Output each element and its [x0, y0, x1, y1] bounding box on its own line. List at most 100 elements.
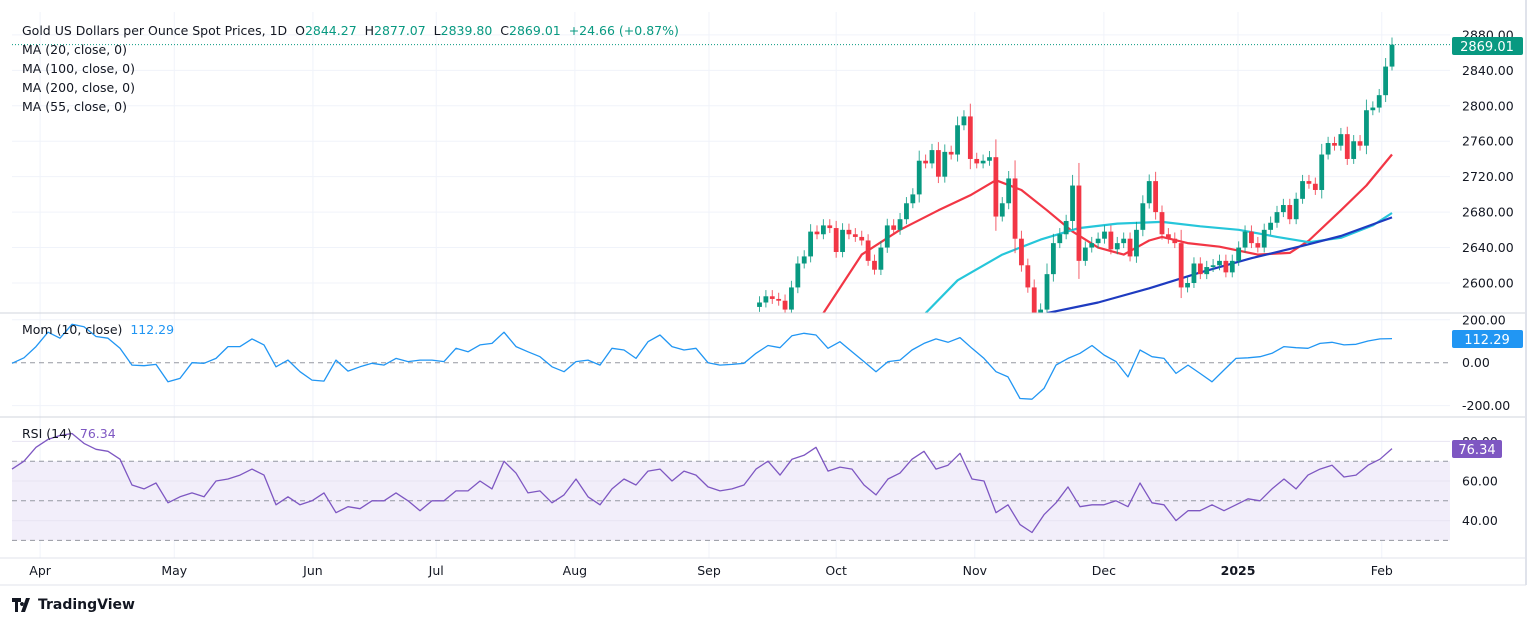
candle-body [1185, 283, 1190, 288]
candle-body [1127, 238, 1133, 257]
candle-body [942, 151, 948, 177]
tradingview-logo-icon [12, 598, 30, 612]
open-value: 2844.27 [304, 23, 357, 38]
rsi-band [12, 440, 1450, 541]
candle-body [974, 158, 980, 164]
candle [1300, 174, 1305, 204]
candle-body [1191, 263, 1197, 283]
candle [846, 223, 852, 240]
candle [1070, 174, 1075, 230]
candle-body [929, 150, 935, 164]
candle-body [1057, 234, 1063, 244]
candle-body [1325, 143, 1331, 155]
candle-body [1076, 185, 1082, 261]
symbol-legend[interactable]: Gold US Dollars per Ounce Spot Prices, 1… [22, 21, 679, 40]
candle [789, 280, 794, 313]
candle [1050, 233, 1056, 282]
candle-body [904, 203, 909, 220]
candle-body [961, 116, 967, 126]
chart-canvas[interactable]: Apr May Jun Jul Aug Sep Oct Nov Dec 2025 Feb 2600.0… [0, 0, 1536, 626]
candle-body [1338, 134, 1344, 146]
candle [1351, 135, 1357, 164]
price-axis-label: 2840.00 [1462, 63, 1514, 78]
time-axis-label: Jul [428, 563, 444, 578]
momentum-path [11, 323, 1393, 400]
candle [923, 154, 929, 169]
candle [1063, 214, 1069, 240]
candle [763, 290, 769, 308]
close-label: C [500, 23, 510, 38]
candle [1057, 228, 1063, 249]
candle-body [1357, 141, 1363, 146]
candle [916, 150, 922, 203]
candles [757, 37, 1395, 313]
candle [1255, 236, 1261, 253]
candle [1172, 232, 1178, 249]
ma-legend-55[interactable]: MA (55, close, 0) [22, 97, 127, 116]
momentum-axis-label: 200.00 [1462, 312, 1506, 327]
candle [1338, 127, 1344, 151]
candle-body [789, 287, 794, 310]
candle-body [1274, 212, 1280, 223]
time-axis-label: Dec [1092, 563, 1116, 578]
price-axis-label: 2760.00 [1462, 134, 1514, 149]
ma-legend-200[interactable]: MA (200, close, 0) [22, 78, 135, 97]
candle [904, 197, 909, 225]
candle [1089, 236, 1095, 253]
time-axis-label: 2025 [1221, 563, 1256, 578]
candle-body [1210, 265, 1216, 268]
ma-legend-100[interactable]: MA (100, close, 0) [22, 59, 135, 78]
candle [1268, 216, 1274, 235]
candle [1038, 303, 1044, 313]
candle [1261, 223, 1267, 253]
candle [967, 103, 973, 170]
candle [910, 188, 916, 209]
candle-body [872, 260, 877, 270]
candle-body [1095, 238, 1101, 244]
rsi-legend[interactable]: RSI (14) 76.34 [22, 426, 116, 441]
candle [801, 250, 807, 269]
candle-body [1044, 274, 1050, 310]
high-value: 2877.07 [374, 23, 426, 38]
momentum-axis-label: -200.00 [1462, 398, 1510, 413]
candle-body [878, 247, 884, 270]
candle-body [1031, 287, 1037, 313]
candle [757, 296, 762, 312]
candle-body [1261, 229, 1267, 248]
candle [1319, 143, 1325, 199]
mom-value-label: 112.29 [1464, 333, 1510, 348]
candle [1223, 254, 1229, 278]
price-axis-label: 2600.00 [1462, 276, 1514, 291]
candle-body [795, 263, 801, 288]
candle-body [1217, 260, 1222, 266]
candle [1127, 232, 1133, 262]
candle-body [859, 236, 865, 241]
candle [987, 150, 992, 166]
momentum-value: 112.29 [130, 322, 175, 337]
candle-body [865, 240, 871, 261]
candle [833, 220, 839, 258]
candle-body [1102, 231, 1107, 239]
time-axis-label: May [161, 563, 187, 578]
open-label: O [295, 23, 305, 38]
time-axis-label: Nov [963, 563, 988, 578]
candle [1146, 174, 1152, 209]
candle-body [1312, 183, 1318, 190]
candle-body [987, 157, 992, 161]
candle [1357, 135, 1363, 151]
candle [1344, 126, 1350, 165]
candle-body [910, 194, 916, 204]
candle-body [955, 125, 960, 155]
candle-body [993, 157, 999, 217]
candle-body [1268, 222, 1274, 230]
candle [999, 197, 1005, 222]
candle-body [1319, 154, 1325, 190]
momentum-legend[interactable]: Mom (10, close) 112.29 [22, 322, 174, 337]
rsi-axis-label: 60.00 [1462, 474, 1498, 489]
tradingview-logo[interactable]: TradingView [12, 597, 135, 613]
candle [1185, 276, 1190, 293]
ma-legend-20[interactable]: MA (20, close, 0) [22, 40, 127, 59]
candle [1287, 198, 1293, 225]
candle-body [1293, 198, 1299, 220]
candle [1249, 225, 1254, 249]
